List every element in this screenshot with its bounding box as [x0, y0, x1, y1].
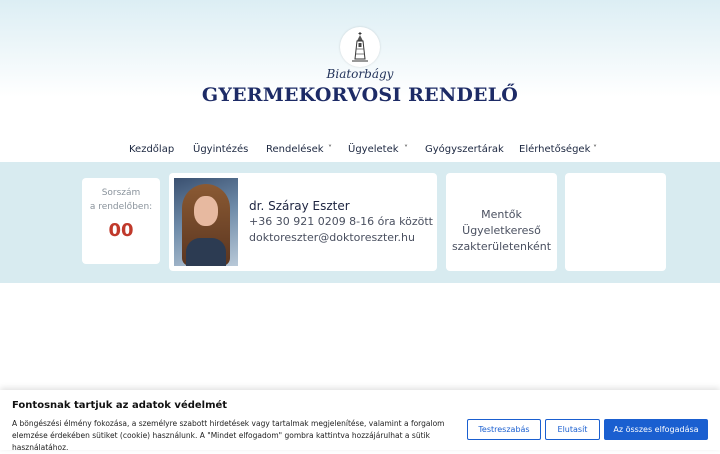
- site-title: GYERMEKORVOSI RENDELŐ: [201, 84, 519, 106]
- chevron-down-icon[interactable]: ˅: [404, 144, 408, 153]
- queue-card: Sorszám a rendelőben: 00: [82, 178, 160, 264]
- reject-button[interactable]: Elutasít: [545, 419, 600, 440]
- queue-label: Sorszám a rendelőben:: [82, 186, 160, 214]
- doctor-email[interactable]: doktoreszter@doktoreszter.hu: [249, 231, 415, 244]
- chevron-down-icon[interactable]: ˅: [328, 144, 332, 153]
- site-logo[interactable]: [340, 27, 380, 67]
- site-subtitle: Biatorbágy: [326, 67, 394, 81]
- cookie-title: Fontosnak tartjuk az adatok védelmét: [12, 400, 228, 411]
- info-band: Sorszám a rendelőben: 00 dr. Száray Eszt…: [0, 162, 720, 283]
- doctor-phone[interactable]: +36 30 921 0209 8-16 óra között: [249, 215, 433, 228]
- empty-card: [565, 173, 666, 271]
- doctor-photo: [174, 178, 238, 266]
- queue-number: 00: [108, 220, 134, 241]
- main-nav: Kezdőlap Ügyintézés Rendelések ˅ Ügyelet…: [0, 144, 720, 158]
- doctor-card: dr. Száray Eszter +36 30 921 0209 8-16 ó…: [169, 173, 437, 271]
- customize-button[interactable]: Testreszabás: [467, 419, 541, 440]
- site-header: Biatorbágy GYERMEKORVOSI RENDELŐ Kezdőla…: [0, 0, 720, 162]
- nav-item-gyogyszertarak[interactable]: Gyógyszertárak: [425, 144, 504, 155]
- nav-item-rendelesek[interactable]: Rendelések: [266, 144, 324, 155]
- doctor-name: dr. Száray Eszter: [249, 199, 350, 213]
- emergency-card: Mentők Ügyeletkereső szakterületenként: [446, 173, 557, 271]
- accept-all-button[interactable]: Az összes elfogadása: [604, 419, 708, 440]
- cookie-banner: Fontosnak tartjuk az adatok védelmét A b…: [0, 390, 720, 452]
- emergency-link-mentok[interactable]: Mentők: [446, 207, 557, 223]
- nav-item-ugyintezes[interactable]: Ügyintézés: [193, 144, 248, 155]
- nav-item-ugyeletek[interactable]: Ügyeletek: [348, 144, 399, 155]
- emergency-link-szakterulet[interactable]: szakterületenként: [446, 239, 557, 255]
- chevron-down-icon[interactable]: ˅: [593, 144, 597, 153]
- church-tower-icon: [352, 32, 368, 62]
- nav-item-kezdolap[interactable]: Kezdőlap: [129, 144, 174, 155]
- queue-label-line2: a rendelőben:: [89, 202, 153, 212]
- cookie-text: A böngészési élmény fokozása, a személyr…: [12, 419, 445, 452]
- nav-item-elerhetosegek[interactable]: Elérhetőségek: [519, 144, 590, 155]
- queue-label-line1: Sorszám: [101, 188, 141, 198]
- emergency-link-ugyeletkereso[interactable]: Ügyeletkereső: [446, 223, 557, 239]
